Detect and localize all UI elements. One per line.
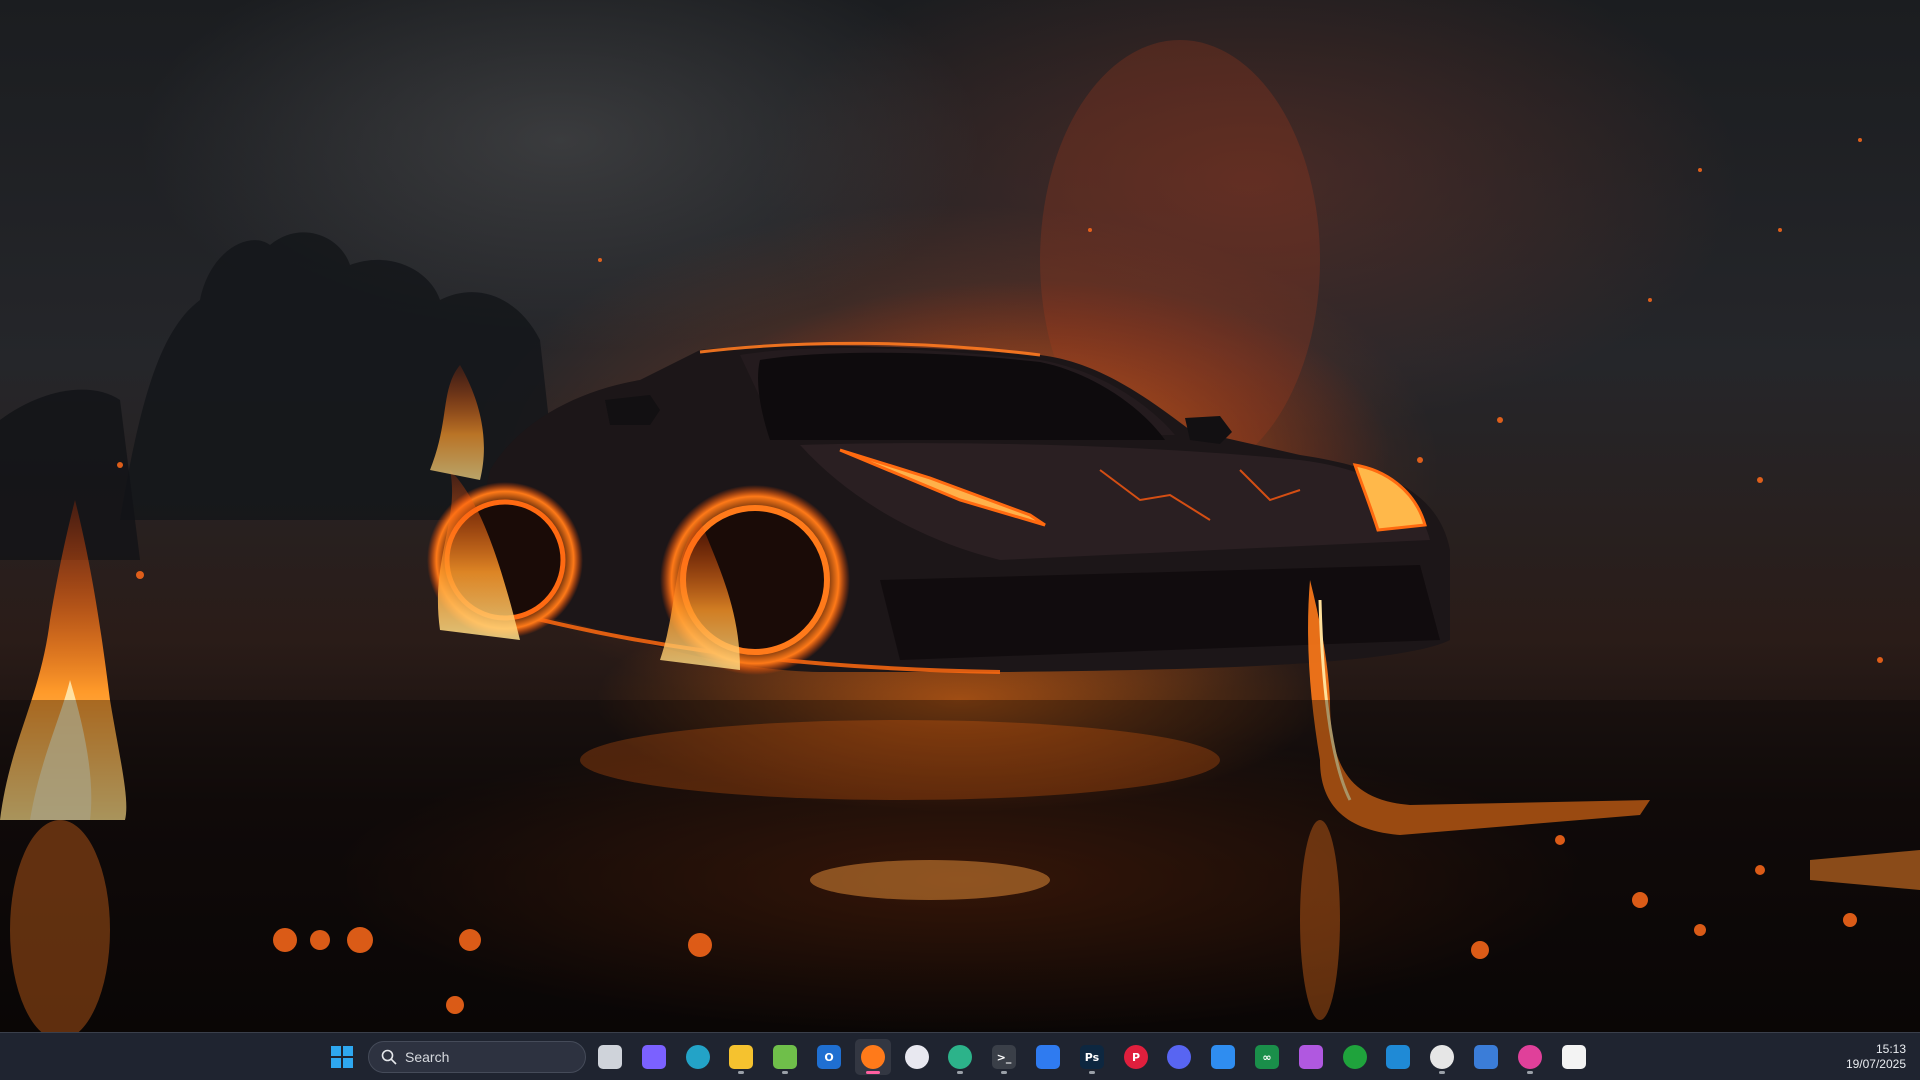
running-indicator bbox=[957, 1071, 963, 1074]
outlook-icon: O bbox=[817, 1045, 841, 1069]
system-clock[interactable]: 15:13 19/07/2025 bbox=[1846, 1042, 1906, 1072]
windows-logo-icon bbox=[331, 1046, 353, 1068]
chatgpt-icon bbox=[1430, 1045, 1454, 1069]
notepad-icon bbox=[773, 1045, 797, 1069]
search-label: Search bbox=[405, 1049, 450, 1065]
photoshop-icon: Ps bbox=[1080, 1045, 1104, 1069]
xbox-icon bbox=[1343, 1045, 1367, 1069]
pink-app-icon bbox=[1518, 1045, 1542, 1069]
window-app-icon bbox=[1211, 1045, 1235, 1069]
edge-button[interactable] bbox=[680, 1039, 716, 1075]
store-icon bbox=[1562, 1045, 1586, 1069]
copilot-icon bbox=[642, 1045, 666, 1069]
infinity-app-button[interactable]: ∞ bbox=[1249, 1039, 1285, 1075]
rocket-app-button[interactable] bbox=[1293, 1039, 1329, 1075]
copilot-button[interactable] bbox=[636, 1039, 672, 1075]
photoshop-button[interactable]: Ps bbox=[1074, 1039, 1110, 1075]
edge-dev-icon bbox=[948, 1045, 972, 1069]
xbox-button[interactable] bbox=[1337, 1039, 1373, 1075]
start-button[interactable] bbox=[324, 1039, 360, 1075]
remote-desktop-icon bbox=[1474, 1045, 1498, 1069]
pinterest-icon: P bbox=[1124, 1045, 1148, 1069]
firefox-button[interactable] bbox=[855, 1039, 891, 1075]
taskbar: Search O >_ Ps P ∞ 15:13 19/07/2025 bbox=[0, 1032, 1920, 1080]
running-indicator bbox=[782, 1071, 788, 1074]
discord-button[interactable] bbox=[1161, 1039, 1197, 1075]
infinity-icon: ∞ bbox=[1255, 1045, 1279, 1069]
firefox-icon bbox=[861, 1045, 885, 1069]
terminal-icon: >_ bbox=[992, 1045, 1016, 1069]
taskbar-search-box[interactable]: Search bbox=[368, 1041, 586, 1073]
clock-date: 19/07/2025 bbox=[1845, 1057, 1906, 1071]
folder-icon bbox=[729, 1045, 753, 1069]
running-indicator bbox=[1527, 1071, 1533, 1074]
remote-desktop-button[interactable] bbox=[1468, 1039, 1504, 1075]
outlook-button[interactable]: O bbox=[811, 1039, 847, 1075]
desktop-wallpaper bbox=[0, 0, 1920, 1032]
chatgpt-button[interactable] bbox=[1424, 1039, 1460, 1075]
edge-dev-button[interactable] bbox=[942, 1039, 978, 1075]
file-explorer-button[interactable] bbox=[723, 1039, 759, 1075]
running-indicator bbox=[1089, 1071, 1095, 1074]
edge-icon bbox=[686, 1045, 710, 1069]
rocket-icon bbox=[1299, 1045, 1323, 1069]
discord-icon bbox=[1167, 1045, 1191, 1069]
running-indicator bbox=[738, 1071, 744, 1074]
search-icon bbox=[381, 1049, 397, 1065]
task-view-button[interactable] bbox=[592, 1039, 628, 1075]
running-indicator bbox=[866, 1071, 880, 1074]
task-view-icon bbox=[598, 1045, 622, 1069]
pinterest-button[interactable]: P bbox=[1118, 1039, 1154, 1075]
running-indicator bbox=[1439, 1071, 1445, 1074]
pink-app-button[interactable] bbox=[1512, 1039, 1548, 1075]
vscode-icon bbox=[1386, 1045, 1410, 1069]
store-button[interactable] bbox=[1556, 1039, 1592, 1075]
clock-time: 15:13 bbox=[1875, 1042, 1906, 1056]
vscode-button[interactable] bbox=[1380, 1039, 1416, 1075]
terminal-button[interactable]: >_ bbox=[986, 1039, 1022, 1075]
app-window-button[interactable] bbox=[1205, 1039, 1241, 1075]
checkmark-icon bbox=[1036, 1045, 1060, 1069]
wallpaper-artwork bbox=[0, 40, 1920, 1032]
moon-app-icon bbox=[905, 1045, 929, 1069]
todo-button[interactable] bbox=[1030, 1039, 1066, 1075]
app-dark-button[interactable] bbox=[899, 1039, 935, 1075]
running-indicator bbox=[1001, 1071, 1007, 1074]
notepad-button[interactable] bbox=[767, 1039, 803, 1075]
